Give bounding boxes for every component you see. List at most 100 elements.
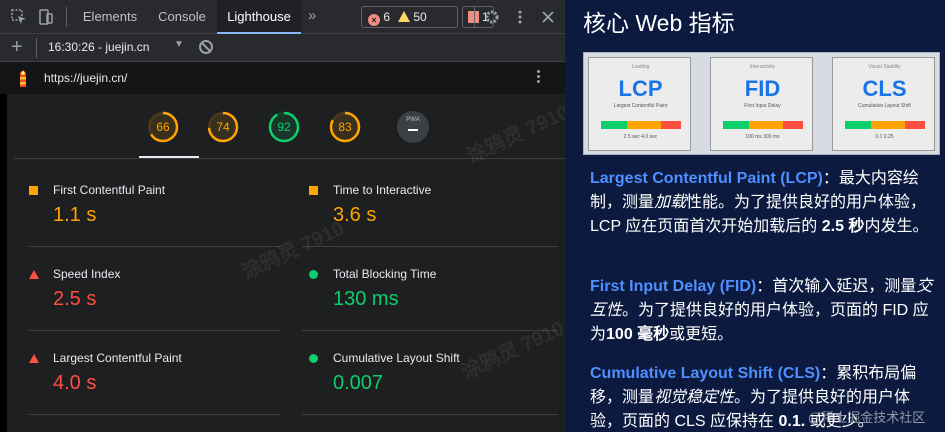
toolbar-separator — [474, 7, 475, 27]
lcp-description: Largest Contentful Paint (LCP)：最大内容绘制，测量… — [590, 167, 942, 239]
card-thresholds: 0.1 0.25 — [875, 134, 894, 140]
average-square-icon — [309, 186, 318, 195]
card-category: Loading — [631, 64, 650, 70]
pass-circle-icon — [309, 354, 318, 363]
more-tabs-icon[interactable]: » — [308, 7, 316, 24]
device-toolbar-icon[interactable] — [38, 9, 54, 25]
strong-value: 100 毫秒 — [606, 326, 670, 343]
text: 内发生。 — [864, 218, 929, 235]
warning-icon — [398, 11, 410, 22]
report-menu-icon[interactable] — [535, 68, 541, 88]
metric-label: Time to Interactive — [333, 183, 432, 197]
inspect-element-icon[interactable] — [11, 9, 27, 25]
good-segment — [845, 121, 871, 129]
fail-triangle-icon — [29, 354, 39, 363]
article-title: 核心 Web 指标 — [583, 10, 735, 36]
good-segment — [723, 121, 749, 129]
poor-segment — [661, 121, 681, 129]
metric-label: Cumulative Layout Shift — [333, 351, 460, 365]
footer-watermark: @稀土掘金技术社区 — [808, 410, 926, 425]
card-category: Interactivity — [749, 64, 776, 70]
score-value: 74 — [216, 120, 230, 134]
audited-url: https://juejin.cn/ — [44, 71, 128, 85]
error-icon: × — [368, 14, 380, 26]
emphasis: 加载 — [654, 194, 687, 211]
cls-term: Cumulative Layout Shift (CLS) — [590, 365, 821, 382]
card-subtitle: First Input Delay — [744, 103, 781, 109]
score-value: 83 — [338, 120, 352, 134]
needs-improvement-segment — [871, 121, 905, 129]
tab-elements[interactable]: Elements — [74, 0, 146, 34]
error-count: 6 — [383, 10, 391, 24]
lcp-card: Loading LCP Largest Contentful Paint 2.5… — [588, 57, 691, 151]
metric-label: Largest Contentful Paint — [53, 351, 182, 365]
metric-value: 130 ms — [333, 288, 399, 310]
issues-counter[interactable]: × 6 50 — [361, 6, 458, 28]
needs-improvement-segment — [749, 121, 783, 129]
metric-value: 1.1 s — [53, 204, 97, 226]
gear-icon[interactable] — [484, 9, 500, 25]
new-report-icon[interactable]: + — [11, 36, 23, 58]
warning-count: 50 — [413, 10, 427, 24]
toolbar-separator — [66, 7, 67, 27]
devtools-panel: Elements Console Lighthouse » × 6 50 1 +… — [0, 0, 565, 432]
card-thresholds: 100 ms 300 ms — [745, 134, 780, 140]
accessibility-score-gauge[interactable]: 74 — [207, 111, 239, 143]
card-thresholds: 2.5 sec 4.0 sec — [623, 134, 658, 140]
needs-improvement-segment — [627, 121, 661, 129]
warnings-badge: 50 — [398, 10, 427, 24]
divider — [302, 246, 558, 247]
divider — [302, 414, 558, 415]
metric-time-to-interactive: Time to Interactive 3.6 s — [309, 180, 549, 260]
fid-description: First Input Delay (FID)：首次输入延迟，测量交互性。为了提… — [590, 275, 942, 347]
average-square-icon — [29, 186, 38, 195]
metric-speed-index: Speed Index 2.5 s — [29, 264, 269, 344]
strong-value: 2.5 秒 — [821, 218, 865, 235]
best-practices-score-gauge[interactable]: 92 — [268, 111, 300, 143]
strong-value: 0.1. — [778, 413, 806, 430]
pwa-dash-icon — [408, 129, 418, 131]
report-selector[interactable]: 16:30:26 - juejin.cn — [48, 40, 149, 54]
card-name: FID — [744, 76, 781, 101]
metric-label: Total Blocking Time — [333, 267, 437, 281]
lcp-term: Largest Contentful Paint (LCP) — [590, 170, 823, 187]
kebab-menu-icon[interactable] — [512, 9, 528, 25]
clear-reports-icon[interactable] — [199, 40, 213, 54]
seo-score-gauge[interactable]: 83 — [329, 111, 361, 143]
performance-score-gauge[interactable]: 66 — [147, 111, 179, 143]
metric-value: 0.007 — [333, 372, 384, 394]
score-value: 92 — [277, 120, 291, 134]
lighthouse-report-bar: + 16:30:26 - juejin.cn ▼ — [0, 34, 565, 62]
pwa-badge[interactable]: PWA — [397, 111, 429, 143]
metric-first-contentful-paint: First Contentful Paint 1.1 s — [29, 180, 269, 260]
text: 或更短。 — [669, 326, 734, 343]
metric-value: 4.0 s — [53, 372, 97, 394]
pass-circle-icon — [309, 270, 318, 279]
tab-lighthouse[interactable]: Lighthouse — [217, 0, 301, 34]
divider — [29, 414, 281, 415]
poor-segment — [905, 121, 925, 129]
article-panel: 核心 Web 指标 Loading LCP Largest Contentful… — [565, 0, 945, 432]
divider — [29, 246, 281, 247]
score-value: 66 — [156, 120, 170, 134]
tab-console[interactable]: Console — [148, 0, 216, 34]
card-category: Visual Stability — [868, 64, 901, 70]
url-bar: https://juejin.cn/ — [0, 62, 565, 94]
fid-term: First Input Delay (FID) — [590, 278, 757, 295]
chevron-down-icon[interactable]: ▼ — [174, 39, 184, 50]
card-subtitle: Cumulative Layout Shift — [858, 103, 911, 109]
metric-largest-contentful-paint: Largest Contentful Paint 4.0 s — [29, 348, 269, 428]
fail-triangle-icon — [29, 270, 39, 279]
lighthouse-logo-icon — [20, 70, 26, 87]
emphasis: 视觉稳定性 — [654, 389, 735, 406]
lighthouse-report: 66 74 92 83 PWA First Contentful Paint 1… — [0, 94, 565, 432]
text: ：首次输入延迟，测量 — [756, 278, 917, 295]
pwa-label: PWA — [406, 117, 420, 123]
card-subtitle: Largest Contentful Paint — [613, 103, 668, 109]
close-icon[interactable] — [540, 9, 556, 25]
errors-badge: × 6 — [368, 10, 390, 26]
metric-value: 2.5 s — [53, 288, 97, 310]
cls-card: Visual Stability CLS Cumulative Layout S… — [832, 57, 935, 151]
core-web-vitals-image: Loading LCP Largest Contentful Paint 2.5… — [583, 52, 940, 155]
fid-card: Interactivity FID First Input Delay 100 … — [710, 57, 813, 151]
